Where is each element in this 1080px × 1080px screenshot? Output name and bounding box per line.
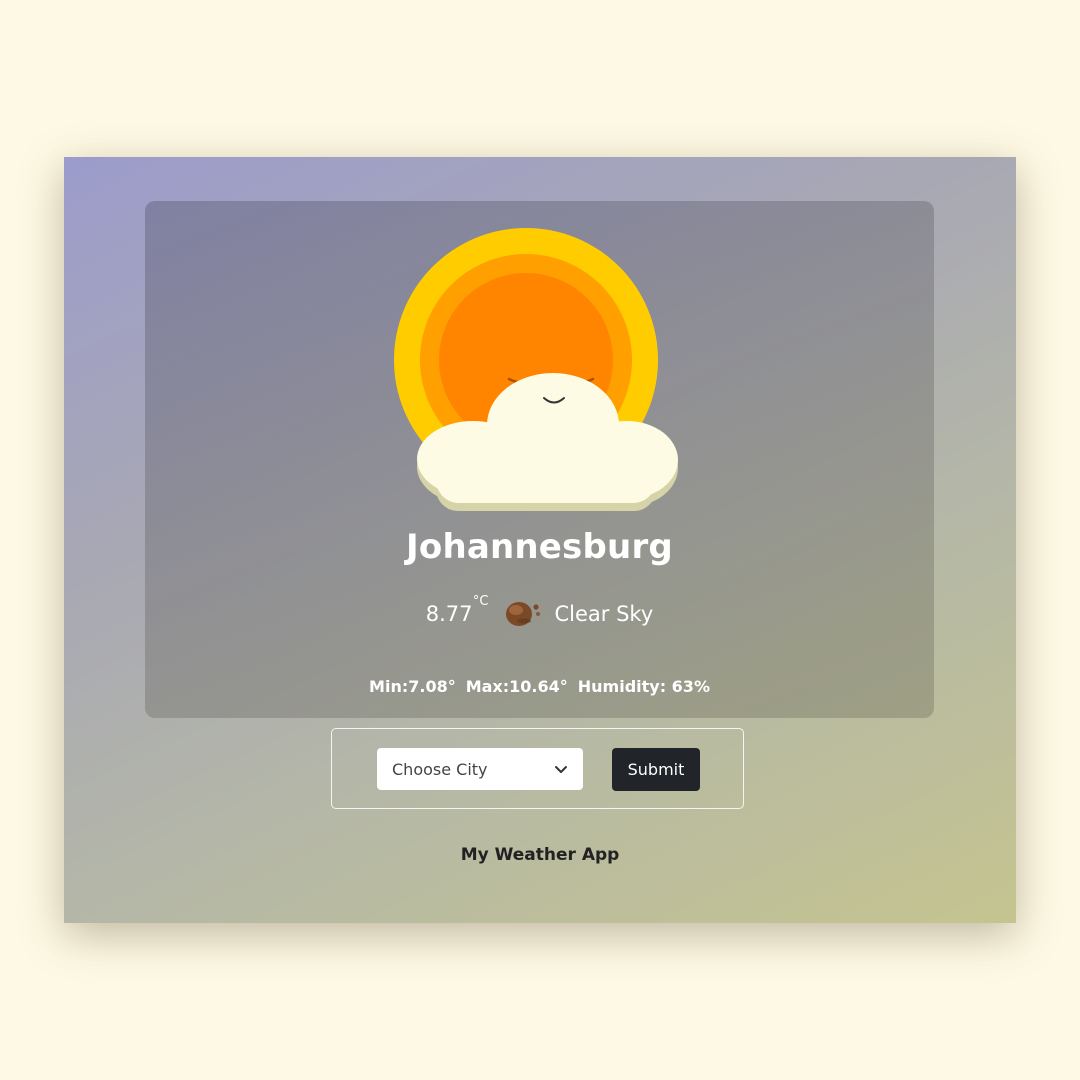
city-name: Johannesburg: [406, 527, 673, 567]
chevron-down-icon: [555, 766, 567, 773]
temperature-group: 8.77 °C: [425, 594, 489, 626]
city-select-value: Choose City: [392, 759, 488, 779]
temperature-unit: °C: [472, 594, 489, 609]
city-form: Choose City Submit: [331, 728, 744, 809]
temperature-value: 8.77: [425, 602, 473, 626]
city-select[interactable]: Choose City: [377, 748, 583, 790]
cloudy-moon-icon: [505, 602, 540, 626]
condition-text: Clear Sky: [554, 602, 654, 626]
min-temperature: Min:7.08°: [369, 677, 456, 696]
app-frame: Johannesburg 8.77 °C Clear Sky Min:7.08°…: [64, 157, 1016, 923]
conditions-row: 8.77 °C Clear Sky: [145, 594, 934, 631]
max-temperature: Max:10.64°: [465, 677, 568, 696]
app-title-footer: My Weather App: [460, 845, 620, 865]
stats-row: Min:7.08° Max:10.64° Humidity: 63%: [145, 677, 934, 696]
submit-button[interactable]: Submit: [612, 748, 700, 791]
sun-behind-cloud-icon: [394, 228, 678, 511]
humidity: Humidity: 63%: [577, 677, 710, 696]
weather-card: Johannesburg 8.77 °C Clear Sky Min:7.08°…: [145, 201, 934, 718]
